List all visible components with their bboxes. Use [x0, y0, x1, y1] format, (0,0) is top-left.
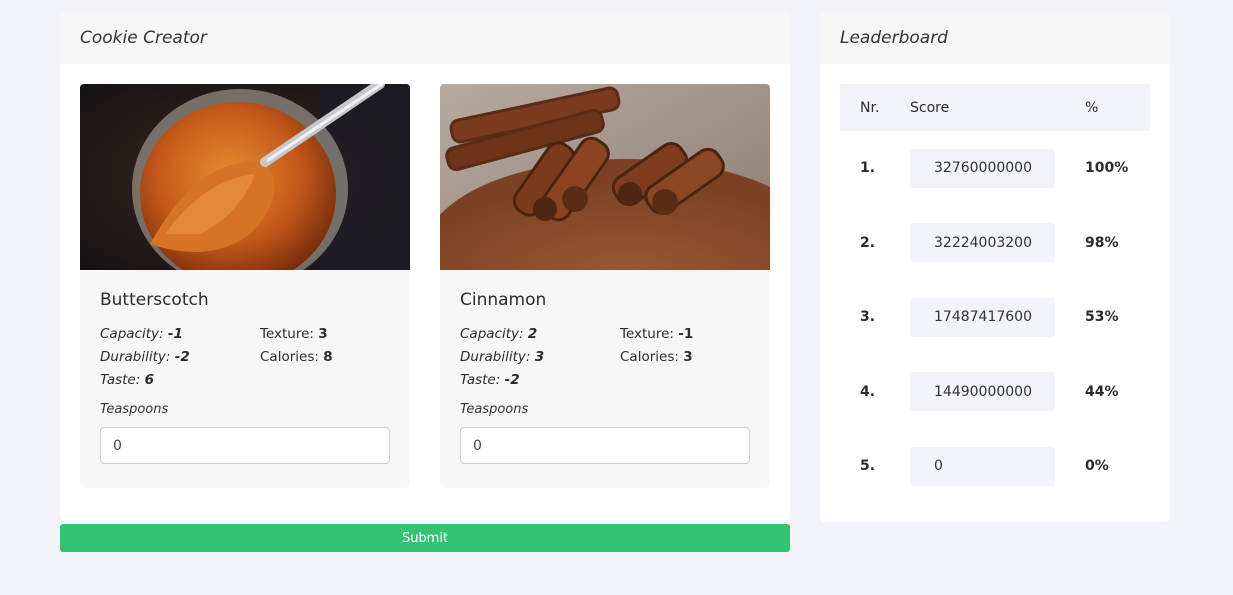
table-row: 4. 14490000000 44%: [840, 355, 1150, 430]
ingredient-card-butterscotch: Butterscotch Capacity: -1 Texture: 3 Dur…: [80, 84, 410, 488]
row-score: 0: [910, 446, 1055, 486]
row-percent: 53%: [1085, 309, 1119, 326]
capacity-property: Capacity: 2: [460, 326, 538, 342]
ingredient-properties: Capacity: 2 Texture: -1 Durability: 3 Ca…: [460, 325, 750, 390]
durability-property: Durability: 3: [460, 349, 545, 365]
header-percent: %: [1085, 99, 1099, 116]
calories-property: Calories: 3: [620, 349, 693, 365]
row-score: 17487417600: [910, 297, 1055, 337]
table-row: 1. 32760000000 100%: [840, 131, 1150, 206]
texture-property: Texture: 3: [260, 326, 328, 342]
butterscotch-photo-icon: [80, 84, 410, 270]
row-percent: 44%: [1085, 383, 1119, 400]
submit-button[interactable]: Submit: [60, 524, 790, 552]
taste-property: Taste: -2: [460, 372, 520, 388]
row-score: 32760000000: [910, 148, 1055, 188]
table-row: 2. 32224003200 98%: [840, 206, 1150, 281]
row-rank: 2.: [860, 234, 876, 251]
durability-property: Durability: -2: [100, 349, 190, 365]
row-percent: 0%: [1085, 458, 1109, 475]
row-score: 32224003200: [910, 223, 1055, 263]
panel-title: Leaderboard: [820, 12, 1170, 64]
row-rank: 1.: [860, 160, 876, 177]
cookie-creator-panel: Cookie Creator Butterscotch Capacity: -1…: [60, 12, 790, 520]
leaderboard-table: Nr. Score % 1. 32760000000 100% 2. 32224…: [840, 84, 1150, 504]
texture-property: Texture: -1: [620, 326, 694, 342]
row-percent: 98%: [1085, 234, 1119, 251]
header-nr: Nr.: [860, 99, 880, 116]
row-percent: 100%: [1085, 160, 1129, 177]
taste-property: Taste: 6: [100, 372, 154, 388]
row-rank: 5.: [860, 458, 876, 475]
capacity-property: Capacity: -1: [100, 326, 183, 342]
ingredient-properties: Capacity: -1 Texture: 3 Durability: -2 C…: [100, 325, 390, 390]
teaspoons-label: Teaspoons: [100, 402, 169, 417]
calories-property: Calories: 8: [260, 349, 333, 365]
teaspoons-input-butterscotch[interactable]: [100, 427, 390, 464]
table-header: Nr. Score %: [840, 84, 1150, 131]
ingredient-card-cinnamon: Cinnamon Capacity: 2 Texture: -1 Durabil…: [440, 84, 770, 488]
table-row: 3. 17487417600 53%: [840, 280, 1150, 355]
table-row: 5. 0 0%: [840, 429, 1150, 504]
row-rank: 4.: [860, 383, 876, 400]
teaspoons-label: Teaspoons: [460, 402, 529, 417]
header-score: Score: [910, 99, 950, 116]
row-score: 14490000000: [910, 372, 1055, 412]
panel-title: Cookie Creator: [60, 12, 790, 64]
ingredient-name: Butterscotch: [100, 290, 209, 310]
ingredient-name: Cinnamon: [460, 290, 547, 310]
cinnamon-photo-icon: [440, 84, 770, 270]
leaderboard-panel: Leaderboard Nr. Score % 1. 32760000000 1…: [820, 12, 1170, 522]
teaspoons-input-cinnamon[interactable]: [460, 427, 750, 464]
row-rank: 3.: [860, 309, 876, 326]
